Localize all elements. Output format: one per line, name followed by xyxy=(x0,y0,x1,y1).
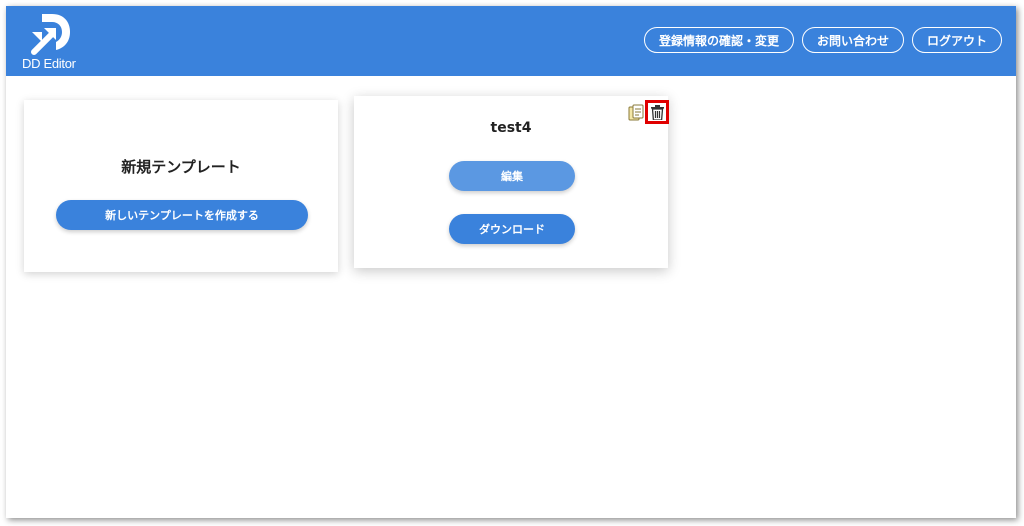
logo-icon xyxy=(31,14,70,55)
new-template-card: 新規テンプレート 新しいテンプレートを作成する xyxy=(24,100,338,272)
logo-text: DD Editor xyxy=(22,56,76,71)
app-window: DD Editor 登録情報の確認・変更 お問い合わせ ログアウト 新規テンプレ… xyxy=(6,6,1016,518)
trash-icon xyxy=(651,105,664,120)
template-card: test4 編集 ダウンロード xyxy=(354,96,669,268)
delete-template-button[interactable] xyxy=(645,100,669,124)
template-title: test4 xyxy=(490,120,532,136)
copy-icon[interactable] xyxy=(628,104,644,122)
create-template-button[interactable]: 新しいテンプレートを作成する xyxy=(56,200,308,230)
download-button[interactable]: ダウンロード xyxy=(449,214,575,244)
header-nav: 登録情報の確認・変更 お問い合わせ ログアウト xyxy=(643,27,1002,53)
account-settings-button[interactable]: 登録情報の確認・変更 xyxy=(643,27,794,53)
new-template-title: 新規テンプレート xyxy=(121,158,241,176)
header: DD Editor 登録情報の確認・変更 お問い合わせ ログアウト xyxy=(6,6,1016,76)
contact-button[interactable]: お問い合わせ xyxy=(801,27,904,53)
logo[interactable]: DD Editor xyxy=(22,12,82,72)
edit-button[interactable]: 編集 xyxy=(449,161,575,191)
logout-button[interactable]: ログアウト xyxy=(911,27,1002,53)
